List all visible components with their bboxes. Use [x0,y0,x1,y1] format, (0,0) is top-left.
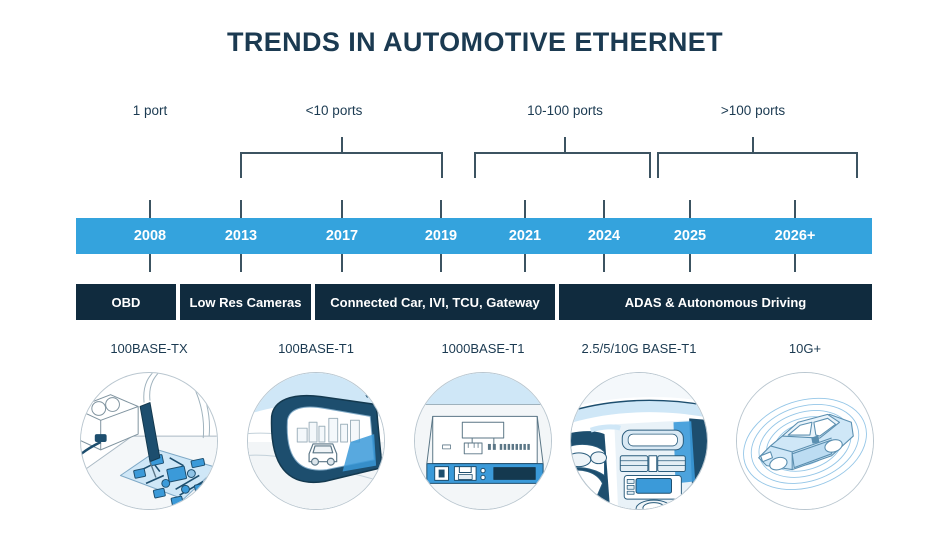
timeline-year-2017: 2017 [325,228,359,244]
port-group-label-1: 1 port [132,103,168,118]
timeline-tick-up [149,200,151,218]
timeline-tick-up [240,200,242,218]
timeline-tick-down [794,254,796,272]
application-segment-adas: ADAS & Autonomous Driving [559,284,872,320]
timeline-tick-down [149,254,151,272]
timeline-year-2019: 2019 [424,228,458,244]
gateway-ecu-box-icon [414,372,552,510]
timeline-tick-down [524,254,526,272]
port-group-bracket-3 [474,152,651,178]
standard-label-10g-plus: 10G+ [788,341,822,356]
timeline-tick-down [603,254,605,272]
port-group-bracket-4 [657,152,858,178]
page-title: TRENDS IN AUTOMOTIVE ETHERNET [226,27,724,57]
port-group-label-3: 10-100 ports [527,103,603,118]
standard-label-100base-tx: 100BASE-TX [110,341,188,356]
timeline-year-2013: 2013 [224,228,258,244]
timeline-year-2021: 2021 [508,228,542,244]
port-group-bracket-stem-3 [564,137,566,153]
application-segment-obd: OBD [76,284,176,320]
infographic-canvas: TRENDS IN AUTOMOTIVE ETHERNET 1 port <10… [0,0,950,552]
standard-label-multigig-t1: 2.5/5/10G BASE-T1 [581,341,697,356]
port-group-bracket-stem-4 [752,137,754,153]
application-segment-connected: Connected Car, IVI, TCU, Gateway [315,284,555,320]
timeline-year-2008: 2008 [133,228,167,244]
standard-label-100base-t1: 100BASE-T1 [278,341,354,356]
timeline-tick-up [603,200,605,218]
car-dashboard-icon [570,372,708,510]
timeline-tick-down [240,254,242,272]
side-mirror-camera-icon [247,372,385,510]
application-segment-cameras: Low Res Cameras [180,284,311,320]
obd-probe-circuit-board-icon [80,372,218,510]
timeline-tick-up [341,200,343,218]
timeline-year-2025: 2025 [673,228,707,244]
timeline-tick-up [689,200,691,218]
port-group-bracket-2 [240,152,443,178]
timeline-tick-down [341,254,343,272]
timeline-tick-up [794,200,796,218]
port-group-bracket-stem-2 [341,137,343,153]
timeline-year-2026p: 2026+ [774,228,816,244]
timeline-year-2024: 2024 [587,228,621,244]
timeline-tick-down [689,254,691,272]
port-group-label-4: >100 ports [720,103,786,118]
autonomous-car-sensors-icon [736,372,874,510]
standard-label-1000base-t1: 1000BASE-T1 [441,341,525,356]
port-group-label-2: <10 ports [305,103,363,118]
timeline-tick-down [440,254,442,272]
timeline-tick-up [524,200,526,218]
timeline-tick-up [440,200,442,218]
